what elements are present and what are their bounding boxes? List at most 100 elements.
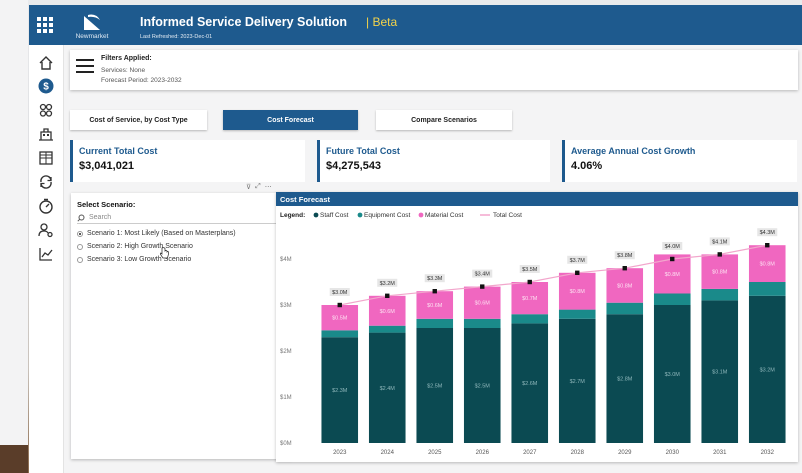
bar-equipment-cost bbox=[321, 330, 359, 338]
bar-equipment-cost bbox=[606, 302, 644, 315]
search-icon bbox=[77, 214, 85, 222]
legend-item: Material Cost bbox=[425, 212, 463, 219]
legend-item: Staff Cost bbox=[320, 212, 349, 219]
material-data-label: $0.5M bbox=[332, 316, 348, 322]
logo-text: Newmarket bbox=[75, 33, 109, 40]
app-title: Informed Service Delivery Solution bbox=[140, 15, 348, 29]
app-launcher-icon[interactable] bbox=[37, 17, 53, 33]
user-settings-icon[interactable] bbox=[38, 222, 54, 238]
total-data-label: $3.7M bbox=[570, 258, 586, 264]
beta-badge: | Beta bbox=[366, 15, 398, 29]
total-cost-marker bbox=[337, 302, 342, 308]
staff-data-label: $2.6M bbox=[522, 381, 538, 387]
staff-data-label: $2.8M bbox=[617, 377, 633, 383]
material-data-label: $0.6M bbox=[475, 301, 491, 307]
material-data-label: $0.8M bbox=[760, 262, 776, 268]
x-tick-label: 2032 bbox=[761, 450, 775, 456]
legend-swatch bbox=[418, 212, 424, 218]
more-options-icon[interactable]: ⋯ bbox=[265, 183, 272, 193]
scenario-option-2[interactable]: Scenario 2: High Growth Scenario bbox=[77, 243, 193, 250]
cycle-icon[interactable] bbox=[38, 174, 54, 190]
total-cost-marker bbox=[622, 266, 627, 271]
y-tick-label: $3M bbox=[280, 303, 292, 309]
filters-title: Filters Applied: bbox=[101, 55, 152, 62]
search-placeholder: Search bbox=[89, 214, 112, 221]
people-icon[interactable] bbox=[38, 102, 54, 118]
material-data-label: $0.7M bbox=[522, 296, 538, 302]
tab-cost-forecast[interactable]: Cost Forecast bbox=[223, 110, 358, 130]
left-window-edge bbox=[0, 0, 28, 473]
total-data-label: $4.1M bbox=[712, 239, 728, 245]
staff-data-label: $2.4M bbox=[380, 386, 396, 392]
kpi-future-total-cost: Future Total Cost $4,275,543 bbox=[317, 140, 550, 182]
x-tick-label: 2027 bbox=[523, 450, 537, 456]
logo-mark-icon bbox=[84, 14, 100, 30]
filter-icon[interactable]: ⊽ bbox=[246, 183, 251, 193]
bar-equipment-cost bbox=[368, 325, 406, 333]
scenario-title: Select Scenario: bbox=[77, 200, 136, 209]
radio-unselected[interactable] bbox=[77, 243, 83, 250]
filters-period: Forecast Period: 2023-2032 bbox=[101, 77, 182, 84]
radio-unselected[interactable] bbox=[77, 256, 83, 263]
scenario-search-input[interactable]: Search bbox=[77, 212, 283, 224]
total-data-label: $3.4M bbox=[475, 272, 491, 278]
scenario-option-1[interactable]: Scenario 1: Most Likely (Based on Master… bbox=[77, 230, 236, 237]
total-data-label: $3.3M bbox=[427, 276, 443, 282]
home-icon[interactable] bbox=[38, 55, 54, 71]
scenario-option-3[interactable]: Scenario 3: Low Growth Scenario bbox=[77, 256, 191, 263]
total-cost-marker bbox=[385, 293, 390, 298]
kpi-current-total-cost: Current Total Cost $3,041,021 bbox=[70, 140, 305, 182]
bar-equipment-cost bbox=[701, 288, 739, 301]
kpi-value: $4,275,543 bbox=[326, 160, 382, 172]
total-cost-marker bbox=[717, 252, 722, 257]
legend-swatch bbox=[357, 212, 363, 218]
kpi-value: $3,041,021 bbox=[79, 160, 135, 172]
top-bar: Newmarket Informed Service Delivery Solu… bbox=[29, 5, 802, 45]
menu-icon[interactable] bbox=[76, 59, 94, 73]
kpi-average-annual-cost-growth: Average Annual Cost Growth 4.06% bbox=[562, 140, 797, 182]
tab-cost-of-service[interactable]: Cost of Service, by Cost Type bbox=[70, 110, 207, 130]
x-tick-label: 2025 bbox=[428, 450, 442, 456]
material-data-label: $0.8M bbox=[570, 289, 586, 295]
gauge-icon[interactable] bbox=[38, 198, 54, 214]
staff-data-label: $3.2M bbox=[760, 367, 776, 373]
legend-swatch bbox=[313, 212, 319, 218]
x-tick-label: 2030 bbox=[666, 450, 680, 456]
kpi-value: 4.06% bbox=[571, 160, 603, 172]
bar-equipment-cost bbox=[558, 309, 596, 319]
total-cost-marker bbox=[765, 243, 770, 248]
total-data-label: $3.0M bbox=[332, 290, 348, 296]
tab-compare-scenarios[interactable]: Compare Scenarios bbox=[376, 110, 512, 130]
material-data-label: $0.6M bbox=[380, 309, 396, 315]
cost-forecast-visual: Cost Forecast Legend: Staff Cost Equipment… bbox=[276, 192, 798, 462]
staff-data-label: $2.5M bbox=[475, 384, 491, 390]
total-data-label: $3.5M bbox=[522, 267, 538, 273]
total-data-label: $3.2M bbox=[380, 281, 396, 287]
staff-data-label: $2.3M bbox=[332, 388, 348, 394]
bar-equipment-cost bbox=[463, 318, 501, 328]
building-icon[interactable] bbox=[38, 126, 54, 142]
material-data-label: $0.8M bbox=[712, 270, 728, 276]
x-tick-label: 2029 bbox=[618, 450, 632, 456]
focus-mode-icon[interactable]: ⤢ bbox=[255, 183, 261, 193]
legend-item: Equipment Cost bbox=[364, 212, 410, 219]
chart-title: Cost Forecast bbox=[276, 192, 798, 206]
x-tick-label: 2024 bbox=[381, 450, 395, 456]
side-navigation: $ bbox=[29, 45, 64, 473]
trend-chart-icon[interactable] bbox=[38, 246, 54, 262]
scenario-option-label: Scenario 2: High Growth Scenario bbox=[87, 243, 193, 250]
staff-data-label: $3.0M bbox=[665, 372, 681, 378]
bar-equipment-cost bbox=[653, 293, 691, 305]
kpi-label: Current Total Cost bbox=[79, 146, 158, 156]
staff-data-label: $3.1M bbox=[712, 370, 728, 376]
staff-data-label: $2.5M bbox=[427, 384, 443, 390]
last-refreshed: Last Refreshed: 2023-Dec-01 bbox=[140, 34, 213, 40]
newmarket-logo: Newmarket bbox=[72, 12, 112, 44]
svg-text:$: $ bbox=[43, 82, 49, 93]
y-tick-label: $2M bbox=[280, 349, 292, 355]
x-tick-label: 2028 bbox=[571, 450, 585, 456]
material-data-label: $0.8M bbox=[665, 272, 681, 278]
dollar-icon[interactable]: $ bbox=[38, 78, 54, 94]
grid-icon[interactable] bbox=[38, 150, 54, 166]
radio-selected[interactable] bbox=[77, 230, 83, 237]
